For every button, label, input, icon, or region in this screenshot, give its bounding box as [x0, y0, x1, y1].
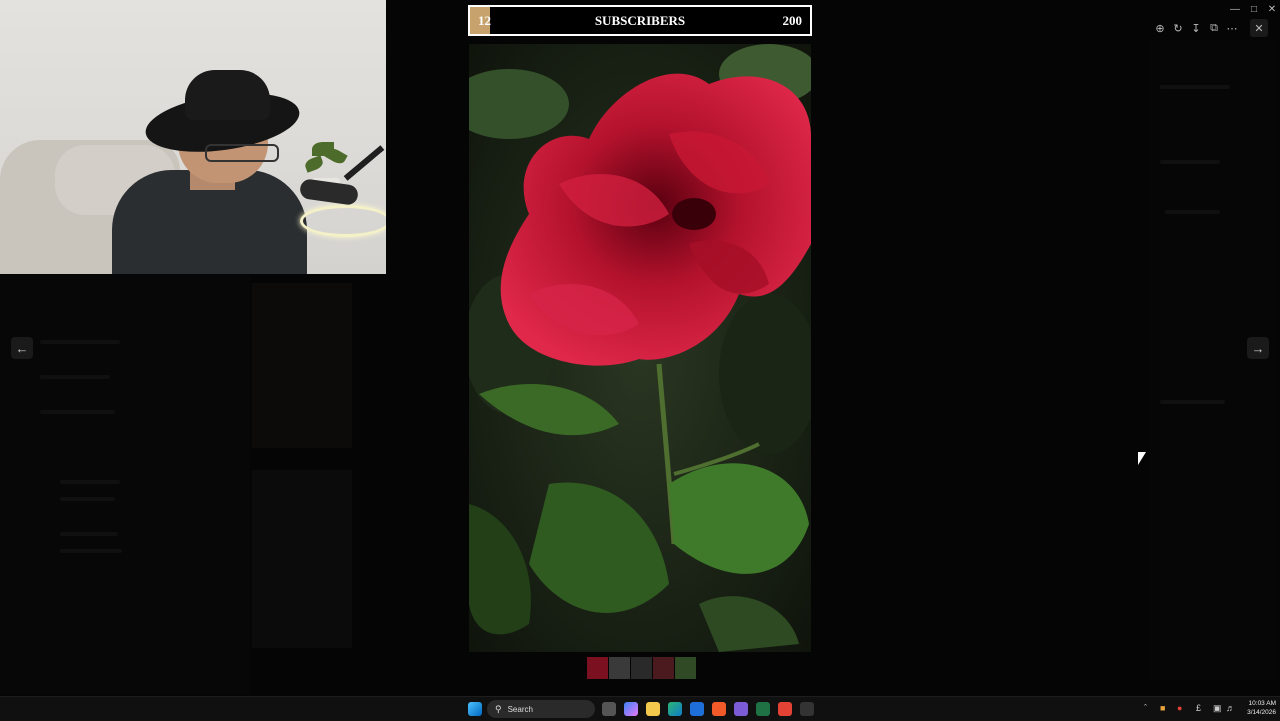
taskbar: ⚲ Search ˆ ■ ● £ ▣ ♬ 10:03 AM 3/14/2026 — [0, 696, 1280, 721]
plant-leaf — [303, 155, 325, 173]
excel-icon[interactable] — [756, 702, 770, 716]
thumbnail[interactable] — [653, 657, 674, 679]
thumbnail[interactable] — [609, 657, 630, 679]
open-external-icon[interactable]: ⧉ — [1206, 20, 1222, 36]
microphone — [298, 178, 360, 206]
thumbnail[interactable] — [587, 657, 608, 679]
microphone-icon[interactable]: ● — [1177, 703, 1182, 713]
date: 3/14/2026 — [1247, 709, 1276, 716]
background-tile — [252, 283, 352, 448]
thumbnail[interactable] — [675, 657, 696, 679]
background-line — [40, 340, 120, 344]
chevron-up-icon[interactable]: ˆ — [1144, 703, 1147, 713]
minimize-icon[interactable]: — — [1226, 2, 1244, 16]
glasses — [205, 144, 279, 162]
background-line — [1160, 400, 1225, 404]
more-icon[interactable]: ⋯ — [1224, 20, 1240, 36]
background-line — [60, 497, 115, 501]
arrow-left-icon[interactable]: ← — [11, 337, 33, 359]
copilot-icon[interactable] — [624, 702, 638, 716]
photos-icon[interactable] — [734, 702, 748, 716]
maximize-icon[interactable]: □ — [1245, 2, 1263, 16]
background-line — [1165, 210, 1220, 214]
app-icon[interactable] — [800, 702, 814, 716]
rotate-icon[interactable]: ↻ — [1170, 20, 1186, 36]
task-view-icon[interactable] — [602, 702, 616, 716]
arrow-right-icon[interactable]: → — [1247, 337, 1269, 359]
subscriber-goal: 200 — [782, 12, 803, 28]
tray-app-icon[interactable]: ■ — [1160, 703, 1165, 713]
webcam-overlay — [0, 0, 386, 274]
background-line — [40, 375, 110, 379]
close-icon[interactable]: ✕ — [1250, 19, 1268, 37]
viewer-image — [469, 44, 811, 652]
keyboard-icon[interactable]: £ — [1196, 703, 1201, 713]
background-line — [40, 410, 115, 414]
mouse-cursor — [1138, 452, 1146, 465]
plant-leaf — [324, 145, 348, 167]
subscriber-goal-bar: 12 SUBSCRIBERS 200 — [468, 5, 812, 36]
thumbnail-strip — [587, 657, 696, 679]
ring-light — [300, 205, 386, 237]
thumbnail[interactable] — [631, 657, 652, 679]
background-line — [60, 549, 122, 553]
search-label: Search — [507, 704, 533, 714]
zoom-in-icon[interactable]: ⊕ — [1152, 20, 1168, 36]
download-icon[interactable]: ↧ — [1188, 20, 1204, 36]
store-icon[interactable] — [690, 702, 704, 716]
network-icon[interactable]: ▣ — [1213, 703, 1222, 714]
start-icon[interactable] — [468, 702, 482, 716]
volume-icon[interactable]: ♬ — [1226, 703, 1235, 713]
edge-icon[interactable] — [668, 702, 682, 716]
background-tile — [252, 470, 352, 648]
brave-icon[interactable] — [712, 702, 726, 716]
search-box[interactable]: ⚲ Search — [487, 700, 595, 718]
subscriber-label: SUBSCRIBERS — [594, 12, 686, 28]
background-line — [60, 532, 118, 536]
background-sidebar — [0, 275, 250, 695]
time: 10:03 AM — [1248, 700, 1276, 707]
background-line — [1160, 160, 1220, 164]
search-icon: ⚲ — [495, 703, 502, 714]
mic-arm — [343, 145, 385, 181]
app-icon[interactable] — [778, 702, 792, 716]
window-close-icon[interactable]: ✕ — [1263, 2, 1280, 16]
background-right-panel — [1150, 40, 1275, 680]
background-line — [60, 480, 120, 484]
background-line — [1160, 85, 1230, 89]
file-explorer-icon[interactable] — [646, 702, 660, 716]
hat-crown — [185, 70, 270, 120]
hibiscus-photo — [469, 44, 811, 652]
clock[interactable]: 10:03 AM 3/14/2026 — [1238, 699, 1276, 717]
